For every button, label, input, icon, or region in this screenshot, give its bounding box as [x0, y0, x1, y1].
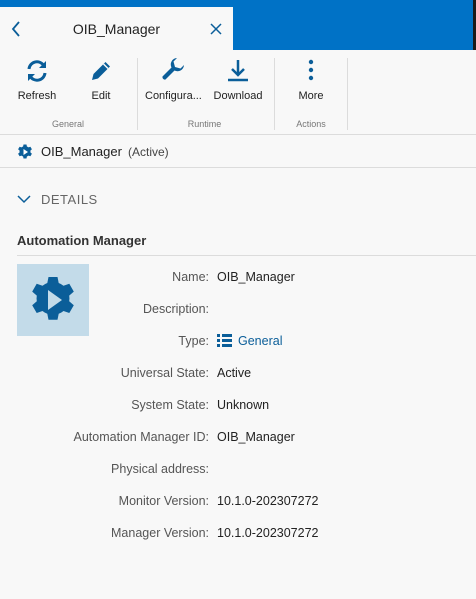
tab-oib-manager[interactable]: OIB_Manager	[0, 7, 233, 50]
group-divider	[347, 58, 348, 130]
group-divider	[274, 58, 275, 130]
prop-label-system-state: System State:	[131, 398, 209, 412]
more-button[interactable]: More	[292, 57, 330, 102]
prop-value-system-state: Unknown	[217, 398, 270, 412]
prop-label-manager-version: Manager Version:	[111, 526, 209, 540]
entity-name: OIB_Manager	[41, 144, 122, 159]
prop-label-description: Description:	[143, 302, 209, 316]
list-icon	[217, 334, 232, 347]
tab-title: OIB_Manager	[72, 21, 161, 37]
prop-value-name: OIB_Manager	[217, 270, 295, 284]
section-divider	[17, 255, 476, 256]
pencil-icon	[92, 62, 110, 80]
download-label: Download	[213, 90, 263, 102]
gear-play-icon	[32, 277, 74, 320]
prop-value-type[interactable]: General	[217, 334, 282, 348]
prop-label-name: Name:	[172, 270, 209, 284]
more-label: More	[298, 90, 324, 102]
group-label-actions: Actions	[296, 119, 326, 129]
refresh-icon	[27, 60, 47, 82]
configure-button[interactable]: Configura...	[145, 57, 202, 102]
wrench-icon	[162, 58, 184, 80]
type-link[interactable]: General	[238, 334, 282, 348]
group-label-general: General	[51, 119, 85, 129]
entity-status: (Active)	[128, 145, 169, 159]
group-label-runtime: Runtime	[187, 119, 222, 129]
prop-label-physical-address: Physical address:	[111, 462, 209, 476]
prop-label-manager-id: Automation Manager ID:	[73, 430, 210, 444]
prop-value-manager-id: OIB_Manager	[217, 430, 295, 444]
close-icon[interactable]	[207, 20, 225, 38]
entity-header: OIB_Manager (Active)	[0, 135, 476, 168]
more-vertical-icon	[308, 59, 314, 81]
title-bar: OIB_Manager	[0, 0, 476, 50]
configure-label: Configura...	[145, 90, 202, 102]
group-divider	[137, 58, 138, 130]
prop-value-universal-state: Active	[217, 366, 252, 380]
refresh-label: Refresh	[17, 90, 57, 102]
prop-label-monitor-version: Monitor Version:	[118, 494, 209, 508]
gear-play-icon	[17, 144, 33, 160]
prop-value-manager-version: 10.1.0-202307272	[217, 526, 319, 540]
details-header: DETAILS	[41, 192, 98, 207]
section-title: Automation Manager	[17, 233, 147, 248]
download-icon	[228, 60, 248, 82]
prop-value-monitor-version: 10.1.0-202307272	[217, 494, 319, 508]
edit-label: Edit	[91, 90, 111, 102]
ribbon-toolbar: Refresh Edit General Configura... Downlo…	[0, 50, 476, 135]
prop-label-type: Type:	[178, 334, 209, 348]
automation-manager-image	[17, 264, 89, 336]
prop-label-universal-state: Universal State:	[120, 366, 209, 380]
edit-button[interactable]: Edit	[80, 57, 122, 102]
download-button[interactable]: Download	[212, 57, 264, 102]
chevron-down-icon	[17, 195, 31, 204]
refresh-button[interactable]: Refresh	[14, 57, 60, 102]
